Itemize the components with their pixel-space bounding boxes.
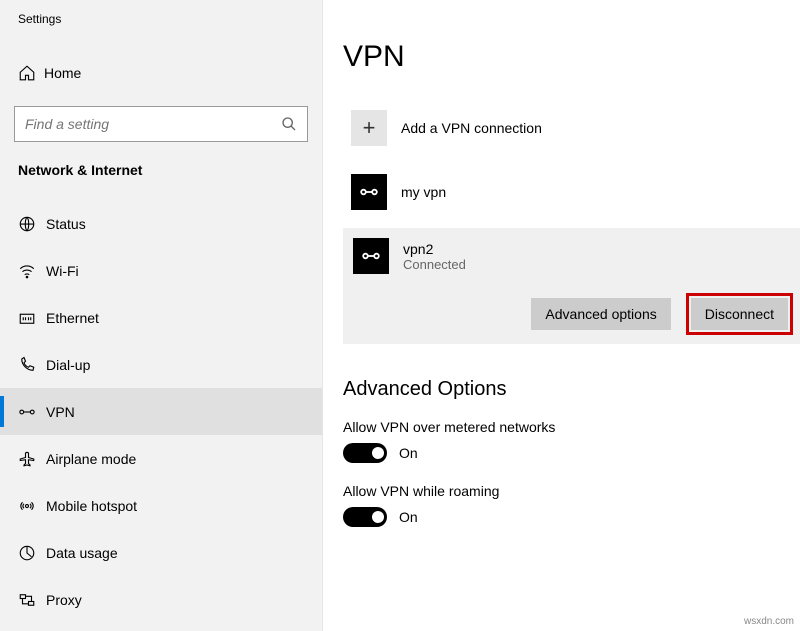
add-vpn-connection[interactable]: + Add a VPN connection [343,102,800,154]
nav-label: Wi-Fi [46,263,79,279]
ethernet-icon [18,309,46,327]
vpn-tile-icon [353,238,389,274]
sidebar-item-vpn[interactable]: VPN [0,388,322,435]
datausage-icon [18,544,46,562]
vpn-name: vpn2 [403,241,466,257]
vpn-item-selected: vpn2 Connected Advanced options Disconne… [343,228,800,344]
search-input[interactable] [25,116,281,132]
toggle-state-metered: On [399,445,418,461]
vpn-icon [18,403,46,421]
toggle-label-roaming: Allow VPN while roaming [343,483,800,499]
sidebar-item-home[interactable]: Home [0,54,322,92]
sidebar-item-status[interactable]: Status [0,200,322,247]
wifi-icon [18,262,46,280]
sidebar-item-datausage[interactable]: Data usage [0,529,322,576]
proxy-icon [18,591,46,609]
nav-label: VPN [46,404,75,420]
sidebar: Settings Home Network & Internet Status … [0,0,323,631]
sidebar-item-wifi[interactable]: Wi-Fi [0,247,322,294]
toggle-state-roaming: On [399,509,418,525]
vpn-action-buttons: Advanced options Disconnect [353,298,788,330]
vpn-status: Connected [403,257,466,272]
disconnect-button[interactable]: Disconnect [691,298,788,330]
toggle-switch-metered[interactable] [343,443,387,463]
status-icon [18,215,46,233]
plus-icon: + [351,110,387,146]
nav-list: Status Wi-Fi Ethernet Dial-up VPN [0,200,322,623]
sidebar-item-proxy[interactable]: Proxy [0,576,322,623]
toggle-roaming: Allow VPN while roaming On [343,483,800,527]
section-header: Network & Internet [0,142,322,188]
search-input-container[interactable] [14,106,308,142]
vpn-item-myvpn[interactable]: my vpn [343,166,800,218]
home-icon [18,64,44,82]
watermark: wsxdn.com [744,616,794,627]
sidebar-item-airplane[interactable]: Airplane mode [0,435,322,482]
sidebar-item-ethernet[interactable]: Ethernet [0,294,322,341]
sidebar-item-dialup[interactable]: Dial-up [0,341,322,388]
nav-label: Status [46,216,86,232]
dialup-icon [18,356,46,374]
airplane-icon [18,450,46,468]
nav-label: Mobile hotspot [46,498,137,514]
main-panel: VPN + Add a VPN connection my vpn vpn2 C… [323,0,800,631]
nav-label: Airplane mode [46,451,136,467]
nav-label: Proxy [46,592,82,608]
hotspot-icon [18,497,46,515]
sidebar-item-hotspot[interactable]: Mobile hotspot [0,482,322,529]
toggle-switch-roaming[interactable] [343,507,387,527]
vpn-name: my vpn [401,184,446,200]
vpn-tile-icon [351,174,387,210]
nav-label: Ethernet [46,310,99,326]
nav-label: Data usage [46,545,118,561]
advanced-options-title: Advanced Options [343,378,800,401]
page-title: VPN [343,40,800,74]
vpn-item-vpn2[interactable]: vpn2 Connected [353,238,788,274]
search-icon [281,116,297,132]
window-title: Settings [0,0,322,34]
toggle-metered: Allow VPN over metered networks On [343,419,800,463]
nav-label: Dial-up [46,357,90,373]
add-vpn-label: Add a VPN connection [401,120,542,136]
toggle-label-metered: Allow VPN over metered networks [343,419,800,435]
advanced-options-button[interactable]: Advanced options [531,298,670,330]
home-label: Home [44,65,81,81]
